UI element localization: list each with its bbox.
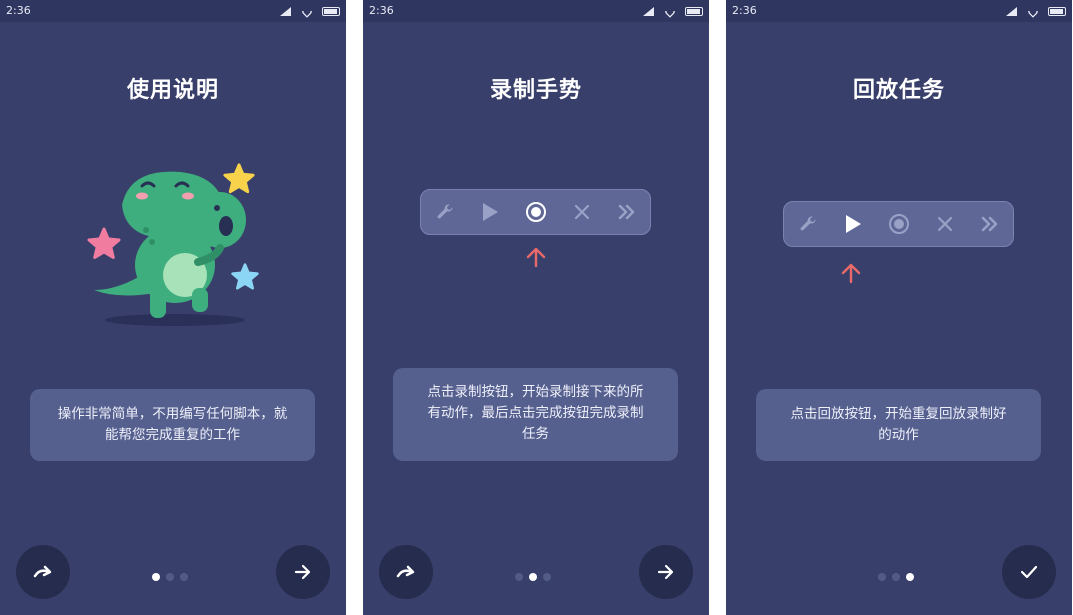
- page-dot: [892, 572, 900, 581]
- close-icon: [574, 204, 590, 220]
- tool-record[interactable]: [879, 202, 919, 246]
- signal-icon: [280, 6, 291, 16]
- fast-forward-icon: [618, 204, 635, 220]
- page-dot-active: [906, 572, 914, 581]
- next-button[interactable]: [276, 545, 330, 599]
- wifi-icon: [299, 4, 314, 18]
- close-icon: [937, 216, 953, 232]
- tool-wrench[interactable]: [425, 190, 465, 234]
- page-indicator: [875, 566, 917, 581]
- wrench-icon: [437, 204, 453, 219]
- page-dot: [166, 572, 174, 581]
- play-icon: [483, 203, 498, 221]
- page-dot: [180, 572, 188, 581]
- skip-button[interactable]: [16, 545, 70, 599]
- page-indicator: [512, 566, 554, 581]
- description-line: 有动作，最后点击完成按钮完成录制: [427, 405, 644, 421]
- page-title: 使用说明: [126, 78, 219, 103]
- arrow-right-icon: [294, 564, 311, 580]
- signal-icon: [643, 6, 654, 16]
- description-line: 能帮您完成重复的工作: [105, 427, 240, 443]
- page-dot-active: [152, 572, 160, 581]
- pink-star-icon: [87, 227, 121, 259]
- tool-play[interactable]: [470, 190, 510, 234]
- description-line: 点击录制按钮，开始录制接下来的所: [427, 384, 644, 400]
- next-button[interactable]: [639, 545, 693, 599]
- tool-play[interactable]: [833, 202, 873, 246]
- page-dot-active: [529, 572, 537, 581]
- status-bar: 2:36: [726, 0, 1072, 22]
- check-icon: [1020, 565, 1038, 579]
- signal-icon: [1006, 6, 1017, 16]
- pointer-arrow-icon: [841, 263, 861, 284]
- tool-fast-forward[interactable]: [607, 190, 647, 234]
- yellow-star-icon: [223, 163, 255, 194]
- status-time: 2:36: [369, 4, 394, 17]
- fast-forward-icon: [981, 216, 998, 232]
- floating-toolbar: [420, 189, 651, 235]
- description-card: 点击录制按钮，开始录制接下来的所 有动作，最后点击完成按钮完成录制 任务: [393, 368, 678, 461]
- wifi-icon: [1025, 4, 1040, 18]
- status-time: 2:36: [732, 4, 757, 17]
- blue-star-icon: [231, 263, 259, 290]
- tool-close[interactable]: [925, 202, 965, 246]
- skip-icon: [396, 565, 415, 578]
- description-line: 点击回放按钮，开始重复回放录制好: [790, 406, 1007, 422]
- description-line: 操作非常简单，不用编写任何脚本，就: [57, 406, 288, 422]
- description-line: 的动作: [878, 427, 919, 443]
- tool-record[interactable]: [516, 190, 556, 234]
- record-icon: [526, 202, 546, 222]
- battery-icon: [685, 6, 703, 16]
- page-dot: [878, 572, 886, 581]
- description-card: 点击回放按钮，开始重复回放录制好 的动作: [756, 389, 1041, 461]
- status-time: 2:36: [6, 4, 31, 17]
- screen-instructions: 2:36 使用说明 操作非常简单，不用编写任何脚本，就 能帮您完成重复的工作: [0, 0, 346, 615]
- page-title: 回放任务: [852, 78, 945, 103]
- status-bar: 2:36: [363, 0, 709, 22]
- battery-icon: [1048, 6, 1066, 16]
- arrow-right-icon: [657, 564, 674, 580]
- screen-playback-task: 2:36 回放任务 点击回放按钮，开始重复回放录制好 的动作: [726, 0, 1072, 615]
- wifi-icon: [662, 4, 677, 18]
- skip-button[interactable]: [379, 545, 433, 599]
- screen-record-gesture: 2:36 录制手势 点击录制按钮，开始录制接下来的所 有动作，最后点击完成按钮完…: [363, 0, 709, 615]
- wrench-icon: [800, 216, 816, 231]
- description-line: 任务: [522, 426, 549, 442]
- skip-icon: [33, 565, 52, 578]
- description-card: 操作非常简单，不用编写任何脚本，就 能帮您完成重复的工作: [30, 389, 315, 461]
- record-icon: [889, 214, 909, 234]
- pointer-arrow-icon: [526, 247, 546, 268]
- floating-toolbar: [783, 201, 1014, 247]
- page-dot: [515, 572, 523, 581]
- done-button[interactable]: [1002, 545, 1056, 599]
- page-dot: [543, 572, 551, 581]
- tool-close[interactable]: [562, 190, 602, 234]
- battery-icon: [322, 6, 340, 16]
- play-icon: [846, 215, 861, 233]
- page-indicator: [149, 566, 191, 581]
- page-title: 录制手势: [489, 78, 582, 103]
- tool-fast-forward[interactable]: [970, 202, 1010, 246]
- tool-wrench[interactable]: [788, 202, 828, 246]
- status-bar: 2:36: [0, 0, 346, 22]
